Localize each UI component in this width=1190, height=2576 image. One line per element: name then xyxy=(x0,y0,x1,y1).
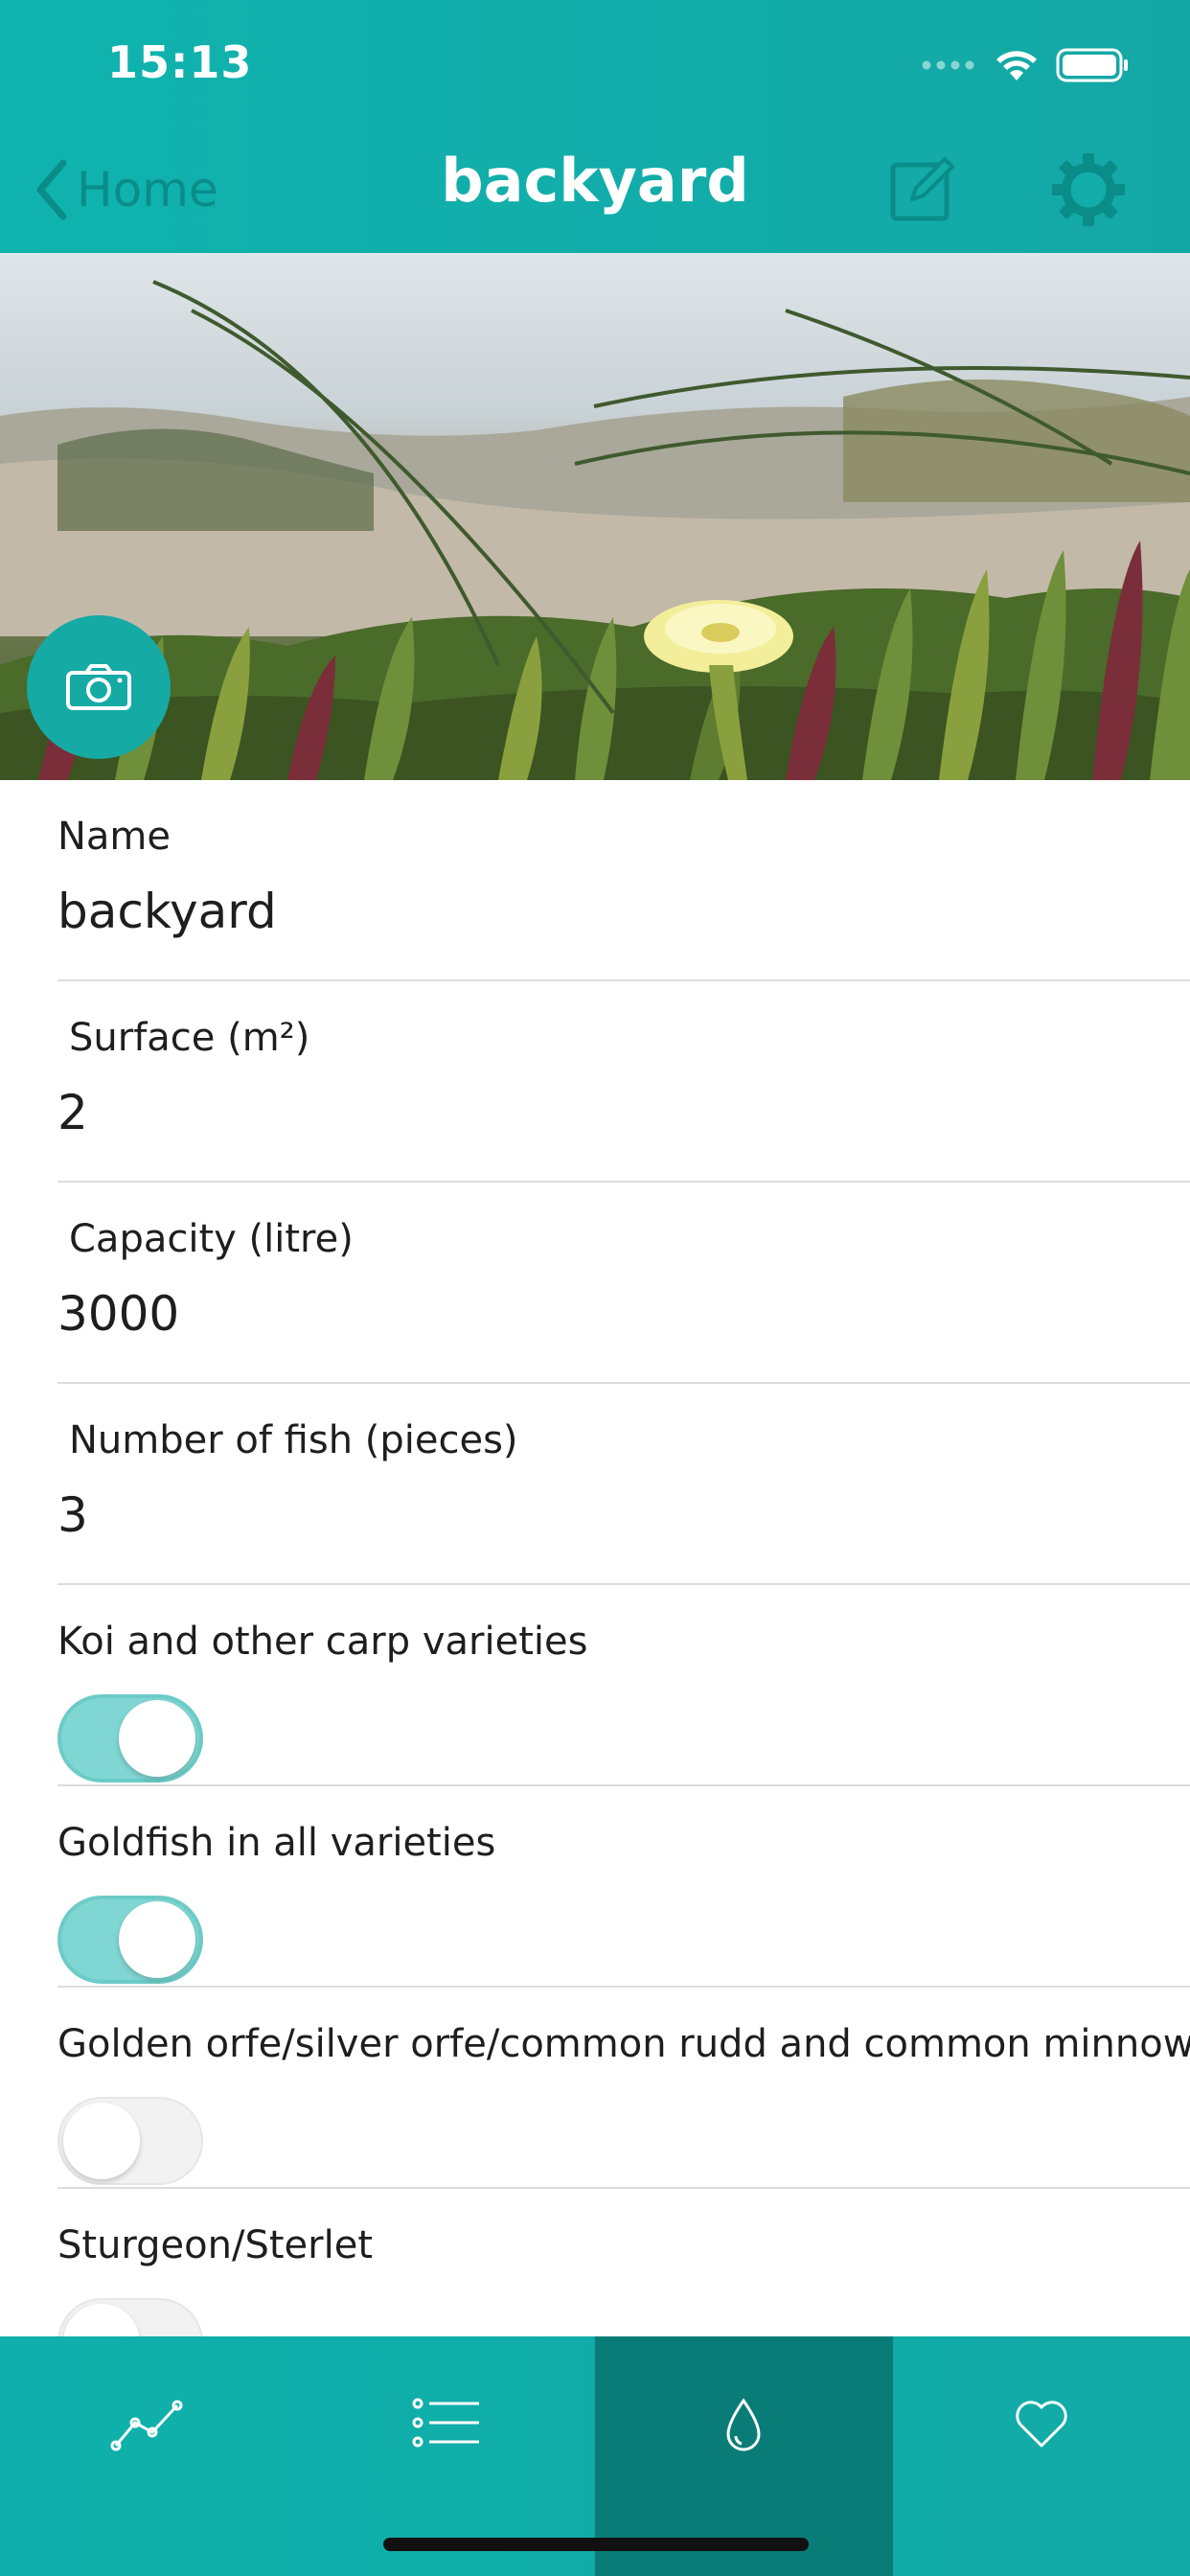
camera-icon xyxy=(66,664,131,710)
wifi-icon xyxy=(996,51,1037,80)
chart-line-icon xyxy=(110,2400,183,2451)
surface-value[interactable]: 2 xyxy=(57,1085,88,1140)
toggle-knob xyxy=(63,2103,140,2179)
gear-icon[interactable] xyxy=(1050,151,1127,228)
status-time: 15:13 xyxy=(107,36,253,88)
status-icons xyxy=(922,44,1131,86)
tab-favorites[interactable] xyxy=(893,2336,1190,2576)
toggle-knob xyxy=(119,1901,195,1978)
camera-button[interactable] xyxy=(27,615,171,759)
name-value[interactable]: backyard xyxy=(57,884,277,939)
edit-icon[interactable] xyxy=(889,155,956,222)
tab-statistics[interactable] xyxy=(0,2336,298,2576)
water-drop-icon xyxy=(726,2398,761,2451)
header: 15:13 Home backyard xyxy=(0,0,1190,253)
surface-field[interactable]: Surface (m²) 2 xyxy=(57,981,1190,1183)
toggle-knob xyxy=(119,1700,195,1777)
list-icon xyxy=(412,2398,479,2448)
name-field[interactable]: Name backyard xyxy=(57,780,1190,981)
pond-photo xyxy=(0,253,1190,780)
fish-count-field[interactable]: Number of fish (pieces) 3 xyxy=(57,1384,1190,1585)
toggle-label-orfe: Golden orfe/silver orfe/common rudd and … xyxy=(57,2022,1190,2066)
pond-detail-screen: 15:13 Home backyard Name backyard Surfac… xyxy=(0,0,1190,2576)
toggle-row-goldfish: Goldfish in all varieties xyxy=(57,1786,1190,1988)
battery-icon xyxy=(1056,48,1128,82)
home-indicator xyxy=(383,2538,809,2551)
toggle-row-orfe: Golden orfe/silver orfe/common rudd and … xyxy=(57,1988,1190,2189)
page-title: backyard xyxy=(441,146,749,216)
pond-form: Name backyard Surface (m²) 2 Capacity (l… xyxy=(0,780,1190,2390)
toggle-row-koi: Koi and other carp varieties xyxy=(57,1585,1190,1786)
toggle-label-goldfish: Goldfish in all varieties xyxy=(57,1821,496,1865)
signal-icon xyxy=(922,60,974,70)
photo-illustration xyxy=(0,280,1190,780)
fish-count-value[interactable]: 3 xyxy=(57,1487,88,1543)
orfe-toggle[interactable] xyxy=(57,2097,203,2185)
capacity-value[interactable]: 3000 xyxy=(57,1286,179,1342)
capacity-field[interactable]: Capacity (litre) 3000 xyxy=(57,1183,1190,1384)
toggle-label-sturgeon: Sturgeon/Sterlet xyxy=(57,2223,374,2267)
capacity-label: Capacity (litre) xyxy=(69,1217,354,1261)
fish-count-label: Number of fish (pieces) xyxy=(69,1418,518,1462)
heart-icon xyxy=(1016,2401,1067,2448)
koi-toggle[interactable] xyxy=(57,1694,203,1782)
goldfish-toggle[interactable] xyxy=(57,1896,203,1984)
surface-label: Surface (m²) xyxy=(69,1016,310,1060)
toggle-label-koi: Koi and other carp varieties xyxy=(57,1620,588,1664)
name-label: Name xyxy=(57,815,172,859)
